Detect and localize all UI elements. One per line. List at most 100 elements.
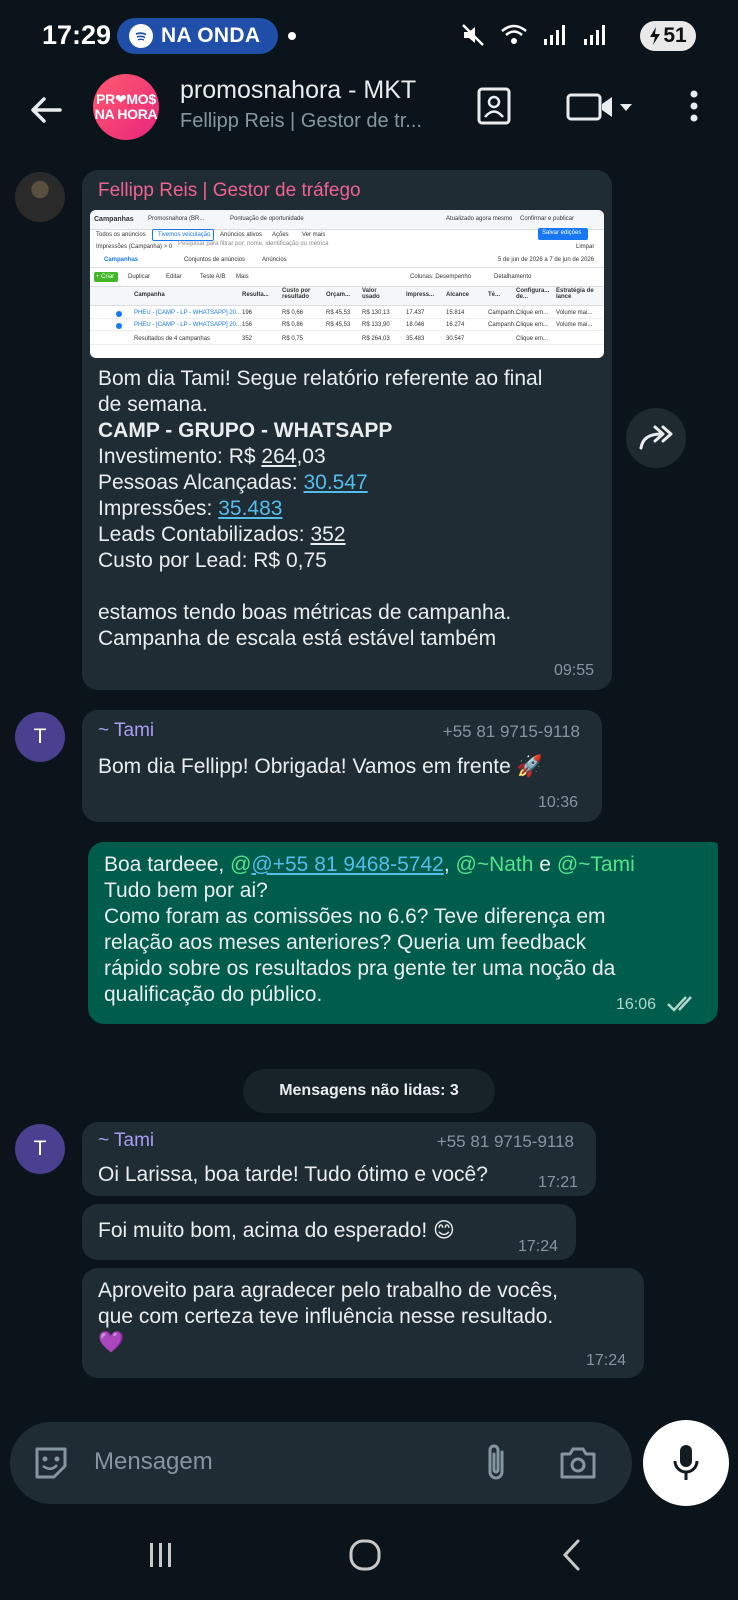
thumbnail-table-cell: 16.274 xyxy=(446,322,465,328)
campaign-name: CAMP - GRUPO - WHATSAPP xyxy=(98,419,393,442)
leads-line: Leads Contabilizados: 352 xyxy=(98,523,346,546)
thumbnail-table-cell: Clique em... xyxy=(516,336,549,342)
thumbnail-table-cell: R$ 0,75 xyxy=(282,336,304,342)
sender-name[interactable]: ~ Tami xyxy=(98,720,154,742)
spotify-icon xyxy=(129,24,153,48)
thumbnail-table-cell: 30.547 xyxy=(446,336,465,342)
thumbnail-table-cell: R$ 0,66 xyxy=(282,310,304,316)
reach-line: Pessoas Alcançadas: 30.547 xyxy=(98,471,368,494)
attach-icon[interactable] xyxy=(482,1442,510,1484)
message-bubble-tami-2[interactable]: ~ Tami +55 81 9715-9118 Oi Larissa, boa … xyxy=(82,1122,596,1196)
thumbnail-table-cell: 196 xyxy=(242,310,253,316)
sender-phone: +55 81 9715-9118 xyxy=(442,722,580,741)
message-bubble-outgoing[interactable]: Boa tardeee, @@+55 81 9468-5742, @~Nath … xyxy=(88,842,718,1024)
contact-card-icon[interactable] xyxy=(474,86,514,126)
avatar-text-line2: NA HORA xyxy=(94,106,158,122)
thumbnail-table-cell: R$ 45,53 xyxy=(326,310,351,316)
message-text: Foi muito bom, acima do esperado! 😊 xyxy=(98,1219,455,1242)
impressions-line: Impressões: 35.483 xyxy=(98,497,283,520)
camera-icon[interactable] xyxy=(558,1444,598,1482)
message-time: 09:55 xyxy=(553,662,594,679)
read-receipt-icon xyxy=(667,996,692,1012)
message-text: Aproveito para agradecer pelo trabalho d… xyxy=(98,1279,558,1354)
report-screenshot-thumbnail[interactable]: Campanhas Promosnahora (BR... Pontuação … xyxy=(90,210,604,358)
message-time: 16:06 xyxy=(615,996,656,1013)
message-bubble-report[interactable]: Fellipp Reis | Gestor de tráfego Campanh… xyxy=(82,170,612,690)
thumbnail-table-cell: R$ 133,90 xyxy=(362,322,390,328)
cpl-line: Custo por Lead: R$ 0,75 xyxy=(98,549,327,572)
fellipp-avatar[interactable] xyxy=(15,172,65,222)
status-time: 17:29 xyxy=(42,20,112,50)
group-members[interactable]: Fellipp Reis | Gestor de tr... xyxy=(180,110,450,133)
mute-icon xyxy=(462,24,484,46)
signal-icon xyxy=(544,25,565,45)
now-playing-pill[interactable]: NA ONDA xyxy=(117,18,279,54)
investment-line: Investimento: R$ 264,03 xyxy=(98,445,326,468)
battery-indicator: 51 xyxy=(640,21,696,51)
campaign-status-dot xyxy=(116,323,122,329)
avatar-text-line1: PR❤MO$ xyxy=(96,91,156,108)
thumbnail-table-cell: Clique em... xyxy=(516,310,549,316)
sender-name[interactable]: Fellipp Reis | Gestor de tráfego xyxy=(98,180,361,202)
recent-apps-icon[interactable] xyxy=(146,1540,176,1570)
thumbnail-table-cell: R$ 0,86 xyxy=(282,322,304,328)
thumbnail-table-cell: 156 xyxy=(242,322,253,328)
message-bubble-tami-4[interactable]: Aproveito para agradecer pelo trabalho d… xyxy=(82,1268,644,1378)
message-bubble-tami-3[interactable]: Foi muito bom, acima do esperado! 😊 17:2… xyxy=(82,1204,576,1260)
thumbnail-table-cell: 35.483 xyxy=(406,336,425,342)
thumbnail-table-cell: Volume mai... xyxy=(556,322,593,328)
message-time: 17:24 xyxy=(585,1352,626,1369)
charging-icon xyxy=(650,27,661,45)
thumbnail-table-cell: 15.814 xyxy=(446,310,465,316)
sticker-icon[interactable] xyxy=(32,1444,70,1482)
message-input[interactable]: Mensagem xyxy=(94,1448,213,1476)
signal-icon-2 xyxy=(584,25,605,45)
wifi-icon xyxy=(501,24,527,44)
mention-phone-link[interactable]: @+55 81 9468-5742 xyxy=(251,853,443,876)
campaign-status-dot xyxy=(116,311,122,317)
status-bar: 17:29 NA ONDA 51 xyxy=(0,0,738,72)
reach-value-link[interactable]: 30.547 xyxy=(303,471,367,494)
more-options-icon[interactable] xyxy=(686,86,702,126)
status-icons xyxy=(460,22,608,48)
thumbnail-table-cell: 352 xyxy=(242,336,253,342)
forward-button[interactable] xyxy=(626,408,686,468)
battery-level: 51 xyxy=(663,24,687,47)
sender-phone: +55 81 9715-9118 xyxy=(436,1132,574,1151)
voice-message-button[interactable] xyxy=(643,1420,729,1506)
thumbnail-table-cell: Resultados de 4 campanhas xyxy=(134,336,211,342)
video-call-icon[interactable] xyxy=(566,90,636,124)
thumbnail-table-cell: PHEU - [CAMP - LP - WHATSAPP] 20... xyxy=(134,310,242,316)
thumbnail-table-cell: R$ 130,13 xyxy=(362,310,390,316)
thumbnail-table-cell: R$ 264,03 xyxy=(362,336,390,342)
thumbnail-table-cell: Volume mai... xyxy=(556,310,593,316)
thumbnail-table-cell: Campanh... xyxy=(488,310,520,316)
message-composer[interactable]: Mensagem xyxy=(10,1422,632,1504)
report-text: Bom dia Tami! Segue relatório referente … xyxy=(98,366,598,652)
system-nav-bar xyxy=(0,1516,738,1600)
thumbnail-table-cell: Clique em... xyxy=(516,322,549,328)
forward-icon xyxy=(639,425,673,450)
group-title[interactable]: promosnahora - MKT xyxy=(180,76,416,105)
mention-nath[interactable]: @~Nath xyxy=(456,853,534,876)
home-icon[interactable] xyxy=(348,1538,382,1572)
mention-phone[interactable]: @ xyxy=(230,853,251,876)
tami-avatar[interactable]: T xyxy=(15,712,65,762)
thumbnail-table-cell: 18.046 xyxy=(406,322,425,328)
back-nav-icon[interactable] xyxy=(560,1538,584,1572)
thumbnail-table-cell: R$ 45,53 xyxy=(326,322,351,328)
now-playing-label: NA ONDA xyxy=(161,24,261,47)
message-text: Bom dia Fellipp! Obrigada! Vamos em fren… xyxy=(98,755,543,778)
thumbnail-table-cell: 17.437 xyxy=(406,310,425,316)
message-bubble-tami-1[interactable]: ~ Tami +55 81 9715-9118 Bom dia Fellipp!… xyxy=(82,710,602,822)
group-avatar[interactable]: PR❤MO$ NA HORA xyxy=(93,74,159,140)
back-arrow-icon[interactable] xyxy=(26,90,66,130)
message-time: 17:21 xyxy=(537,1174,578,1191)
message-text: Boa tardeee, @@+55 81 9468-5742, @~Nath … xyxy=(104,853,635,1006)
chat-area[interactable]: Fellipp Reis | Gestor de tráfego Campanh… xyxy=(0,156,738,1416)
sender-name[interactable]: ~ Tami xyxy=(98,1130,154,1152)
impressions-value-link[interactable]: 35.483 xyxy=(218,497,282,520)
tami-avatar[interactable]: T xyxy=(15,1124,65,1174)
microphone-icon xyxy=(673,1445,699,1480)
mention-tami[interactable]: @~Tami xyxy=(557,853,635,876)
